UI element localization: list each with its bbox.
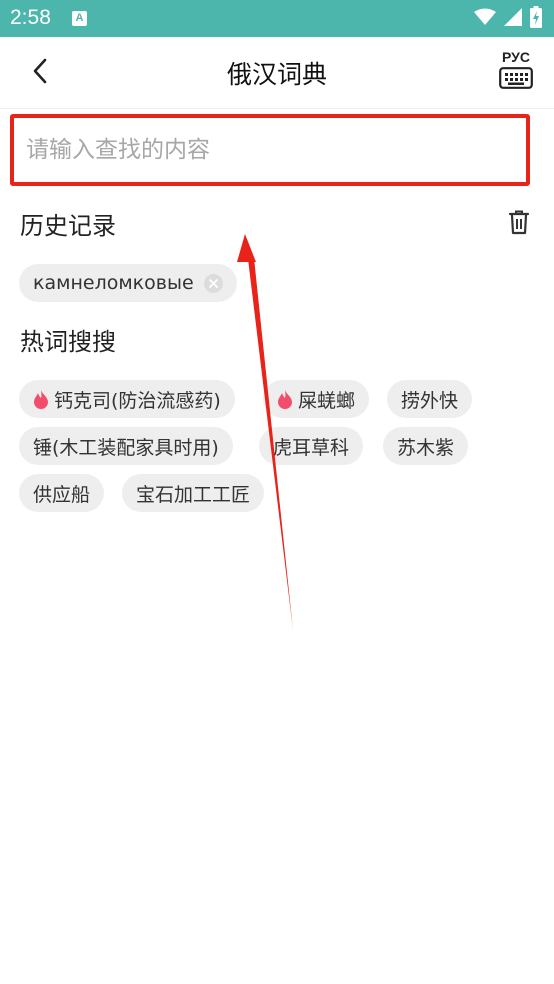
hot-search-chip[interactable]: 供应船 [19,474,105,512]
history-chip-label: камнеломковые [33,272,194,294]
flame-icon [33,389,49,409]
app-notification-icon: A [72,11,87,26]
hot-search-chip-label: 苏木紫 [397,436,455,459]
hot-search-chip-label: 捞外快 [401,389,459,412]
signal-icon [504,8,522,30]
hot-search-chip[interactable]: 虎耳草科 [259,427,364,465]
clear-history-button[interactable] [507,209,531,235]
title-bar: 俄汉词典 РУС [0,37,554,109]
page-title: 俄汉词典 [226,60,327,89]
hot-search-chip[interactable]: 锤(木工装配家具时用) [19,427,233,465]
search-box [10,114,530,186]
hot-search-chip[interactable]: 宝石加工工匠 [122,474,265,512]
hot-search-chip[interactable]: 钙克司(防治流感药) [19,380,235,418]
hot-search-title: 热词搜搜 [20,328,116,356]
wifi-icon [474,8,496,30]
battery-icon [530,6,542,32]
russian-keyboard-button[interactable]: РУС [498,49,534,93]
hot-search-chip[interactable]: 苏木紫 [383,427,469,465]
status-icons [474,6,542,32]
trash-icon [507,210,531,239]
keyboard-language-label: РУС [502,49,530,65]
hot-search-chip-label: 宝石加工工匠 [136,483,251,506]
hot-search-chip[interactable]: 屎蜣螂 [263,380,370,418]
status-bar: 2:58 A [0,0,554,37]
remove-history-icon[interactable] [203,273,223,293]
history-chip[interactable]: камнеломковые [19,264,237,302]
hot-search-chip-label: 锤(木工装配家具时用) [33,436,219,459]
hot-search-chip[interactable]: 捞外快 [387,380,473,418]
hot-search-chip-label: 钙克司(防治流感药) [54,389,221,412]
history-title: 历史记录 [20,212,116,240]
hot-search-chip-label: 屎蜣螂 [298,389,356,412]
keyboard-icon [499,67,533,93]
flame-icon [277,389,293,409]
search-input[interactable] [26,128,516,172]
status-time: 2:58 [10,6,51,29]
hot-search-chip-label: 供应船 [33,483,91,506]
hot-search-chip-label: 虎耳草科 [273,436,350,459]
